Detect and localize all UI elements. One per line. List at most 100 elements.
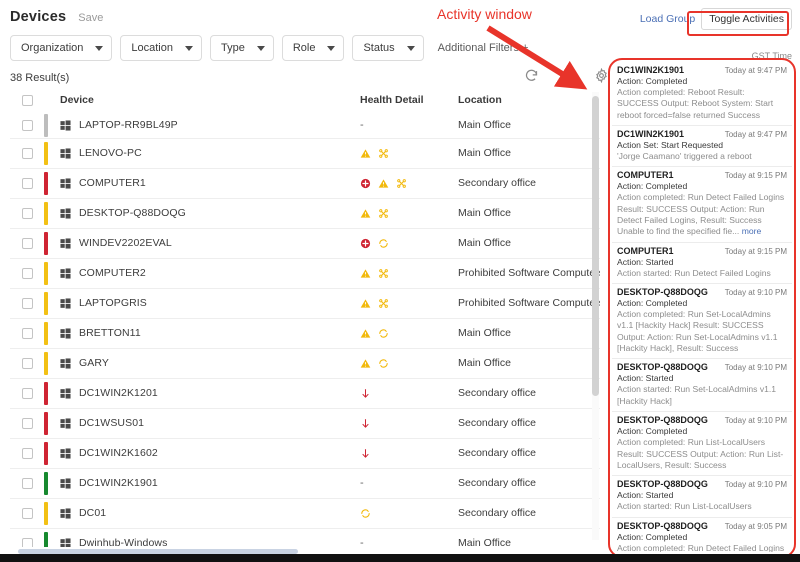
device-cell[interactable]: DESKTOP-Q88DOQG	[60, 198, 360, 228]
column-header-device[interactable]: Device	[60, 92, 360, 113]
location-cell: Secondary office	[458, 168, 600, 198]
row-checkbox[interactable]	[22, 147, 33, 159]
table-row[interactable]: LAPTOP-RR9BL49P - Main Office	[10, 113, 600, 138]
filter-bar: Organization Location Type Role Status A…	[0, 25, 800, 61]
row-checkbox[interactable]	[22, 177, 33, 189]
row-checkbox[interactable]	[22, 119, 33, 131]
activity-item[interactable]: DC1WIN2K1901 Today at 9:47 PM Action Set: …	[612, 126, 792, 168]
windows-icon	[60, 120, 71, 131]
save-link[interactable]: Save	[78, 12, 103, 24]
activity-window[interactable]: DC1WIN2K1901 Today at 9:47 PM Action: Comp…	[612, 62, 792, 552]
device-cell[interactable]: Dwinhub-Windows	[60, 528, 360, 547]
location-cell: Main Office	[458, 348, 600, 378]
chevron-down-icon	[327, 45, 336, 51]
device-cell[interactable]: BRETTON11	[60, 318, 360, 348]
activity-item-header: DC1WIN2K1901 Today at 9:47 PM	[617, 129, 787, 139]
table-row[interactable]: BRETTON11 Main Office	[10, 318, 600, 348]
table-row[interactable]: DC1WSUS01 Secondary office	[10, 408, 600, 438]
device-cell[interactable]: GARY	[60, 348, 360, 378]
table-row[interactable]: WINDEV2202EVAL Main Office	[10, 228, 600, 258]
warning-icon	[378, 178, 389, 188]
table-row[interactable]: LAPTOPGRIS Prohibited Software Computers	[10, 288, 600, 318]
status-indicator-bar	[44, 501, 48, 525]
activity-item[interactable]: DESKTOP-Q88DOQG Today at 9:10 PM Action: C…	[612, 284, 792, 360]
device-cell[interactable]: DC1WIN2K1901	[60, 468, 360, 498]
device-cell[interactable]: COMPUTER2	[60, 258, 360, 288]
activity-item[interactable]: DESKTOP-Q88DOQG Today at 9:10 PM Action: C…	[612, 412, 792, 477]
location-value: Main Office	[458, 327, 511, 339]
table-row[interactable]: COMPUTER1 Secondary office	[10, 168, 600, 198]
table-vertical-scroll-thumb[interactable]	[592, 96, 599, 396]
row-checkbox[interactable]	[22, 207, 33, 219]
table-vertical-scrollbar[interactable]	[592, 92, 599, 540]
table-row[interactable]: DC01 Secondary office	[10, 498, 600, 528]
table-row[interactable]: Dwinhub-Windows - Main Office	[10, 528, 600, 547]
windows-icon	[60, 177, 71, 189]
column-header-location[interactable]: Location	[458, 92, 600, 113]
location-value: Secondary office	[458, 417, 537, 429]
filter-organization[interactable]: Organization	[10, 35, 113, 61]
warning-icon	[360, 208, 371, 218]
download-icon[interactable]	[559, 68, 574, 83]
health-empty-value: -	[360, 537, 364, 547]
activity-device-name: DC1WIN2K1901	[617, 65, 685, 75]
filter-status[interactable]: Status	[352, 35, 424, 61]
select-all-checkbox[interactable]	[22, 95, 33, 106]
device-cell[interactable]: LAPTOP-RR9BL49P	[60, 113, 360, 138]
activity-item[interactable]: DC1WIN2K1901 Today at 9:47 PM Action: Comp…	[612, 62, 792, 127]
activity-item[interactable]: DESKTOP-Q88DOQG Today at 9:10 PM Action: S…	[612, 476, 792, 518]
toggle-activities-button[interactable]: Toggle Activities	[701, 8, 792, 30]
device-cell[interactable]: DC1WIN2K1602	[60, 438, 360, 468]
filter-role[interactable]: Role	[281, 35, 345, 61]
row-checkbox[interactable]	[22, 267, 33, 279]
filter-location[interactable]: Location	[120, 35, 202, 61]
column-header-health-detail[interactable]: Health Detail	[360, 92, 458, 113]
refresh-icon[interactable]	[524, 68, 539, 83]
activity-timestamp: Today at 9:47 PM	[724, 130, 787, 140]
device-cell[interactable]: COMPUTER1	[60, 168, 360, 198]
table-row[interactable]: COMPUTER2 Prohibited Software Computers	[10, 258, 600, 288]
location-value: Main Office	[458, 237, 511, 249]
device-cell[interactable]: DC1WSUS01	[60, 408, 360, 438]
activity-item[interactable]: DESKTOP-Q88DOQG Today at 9:10 PM Action: S…	[612, 359, 792, 413]
row-checkbox-cell	[10, 498, 44, 528]
table-row[interactable]: LENOVO-PC Main Office	[10, 138, 600, 168]
activity-item[interactable]: COMPUTER1 Today at 9:15 PM Action: Complet…	[612, 167, 792, 243]
row-checkbox[interactable]	[22, 297, 33, 309]
load-group-button[interactable]: Load Group	[640, 13, 695, 25]
row-checkbox[interactable]	[22, 387, 33, 399]
activity-more-link[interactable]: more	[739, 226, 762, 236]
row-checkbox[interactable]	[22, 357, 33, 369]
location-cell: Secondary office	[458, 498, 600, 528]
row-checkbox[interactable]	[22, 237, 33, 249]
activity-item[interactable]: COMPUTER1 Today at 9:15 PM Action: Started…	[612, 243, 792, 285]
table-row[interactable]: DESKTOP-Q88DOQG Main Office	[10, 198, 600, 228]
activity-device-name: DC1WIN2K1901	[617, 129, 685, 140]
device-cell[interactable]: DC01	[60, 498, 360, 528]
device-cell[interactable]: DC1WIN2K1201	[60, 378, 360, 408]
table-row[interactable]: DC1WIN2K1602 Secondary office	[10, 438, 600, 468]
device-cell[interactable]: LAPTOPGRIS	[60, 288, 360, 318]
table-row[interactable]: DC1WIN2K1201 Secondary office	[10, 378, 600, 408]
health-detail-cell	[360, 378, 458, 408]
row-checkbox[interactable]	[22, 327, 33, 339]
row-checkbox-cell	[10, 228, 44, 258]
activity-status: Action: Started	[617, 373, 674, 384]
gear-icon[interactable]	[594, 68, 609, 83]
row-checkbox[interactable]	[22, 417, 33, 429]
row-checkbox[interactable]	[22, 537, 33, 547]
table-row[interactable]: GARY Main Office	[10, 348, 600, 378]
devices-table-container[interactable]: Device Health Detail Location LAPTOP-RR9…	[10, 92, 600, 547]
activity-item[interactable]: DESKTOP-Q88DOQG Today at 9:05 PM Action: C…	[612, 518, 792, 552]
device-cell[interactable]: WINDEV2202EVAL	[60, 228, 360, 258]
additional-filters-button[interactable]: Additional Filters +	[438, 42, 529, 54]
device-cell[interactable]: LENOVO-PC	[60, 138, 360, 168]
sync-icon	[379, 358, 388, 368]
devices-page: Devices Save Load Group Toggle Activitie…	[0, 0, 800, 562]
filter-type[interactable]: Type	[209, 35, 274, 61]
row-checkbox[interactable]	[22, 477, 33, 489]
row-checkbox[interactable]	[22, 507, 33, 519]
warning-icon	[360, 298, 371, 308]
row-checkbox[interactable]	[22, 447, 33, 459]
table-row[interactable]: DC1WIN2K1901 - Secondary office	[10, 468, 600, 498]
